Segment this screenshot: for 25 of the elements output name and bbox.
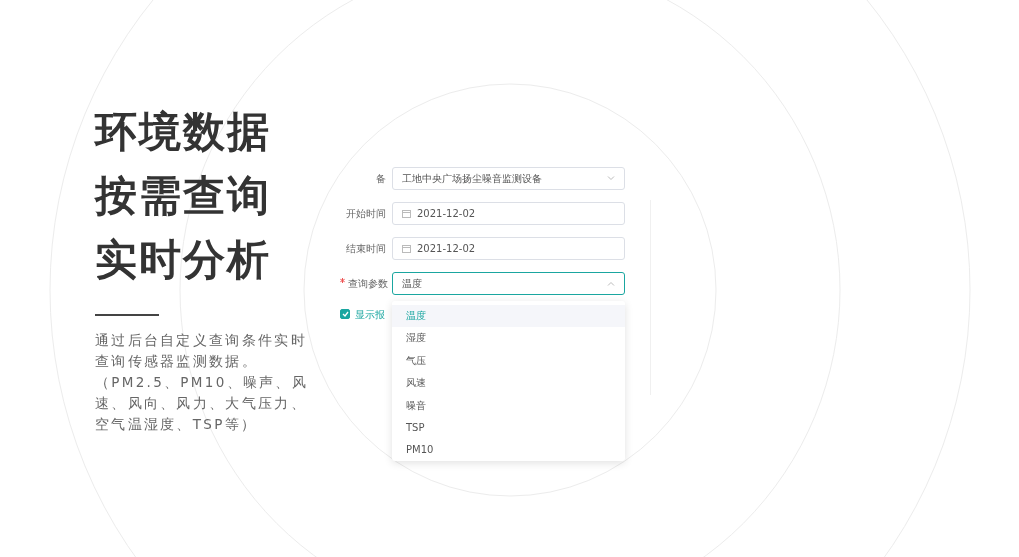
- checkbox[interactable]: [340, 309, 350, 319]
- dropdown-option[interactable]: TSP: [392, 416, 625, 440]
- headline-text: 按需查询: [95, 170, 272, 222]
- field-label: 结束时间: [346, 242, 386, 254]
- caret-icon: [607, 280, 615, 286]
- field-label: 备: [376, 172, 386, 184]
- field-label: 开始时间: [346, 207, 386, 219]
- select-field[interactable]: 工地中央广场扬尘噪音监测设备: [392, 166, 625, 190]
- field-label: 查询参数: [348, 277, 388, 289]
- select-field[interactable]: 温度: [392, 271, 625, 295]
- calendar-icon: [402, 208, 411, 218]
- dropdown-option[interactable]: 风速: [392, 372, 625, 395]
- dropdown-option[interactable]: 噪音: [392, 394, 625, 417]
- dropdown-option[interactable]: 气压: [392, 349, 625, 373]
- checkbox-label: 显示报: [355, 307, 385, 322]
- caret-icon: [607, 175, 615, 181]
- dropdown-option[interactable]: PM10: [392, 439, 625, 461]
- required-marker-icon: [340, 277, 345, 283]
- calendar-icon: [402, 243, 411, 253]
- headline-text: 环境数据: [95, 106, 272, 158]
- dropdown-option[interactable]: 湿度: [392, 327, 625, 350]
- date-field[interactable]: 2021-12-02: [392, 201, 625, 225]
- headline-text: 实时分析: [95, 234, 272, 286]
- description-text: 通过后台自定义查询条件实时查询传感器监测数据。（PM2.5、PM10、噪声、风速、风向、风力、大气压力、空气温湿度、TSP等）: [95, 331, 309, 434]
- date-field[interactable]: 2021-12-02: [392, 236, 625, 260]
